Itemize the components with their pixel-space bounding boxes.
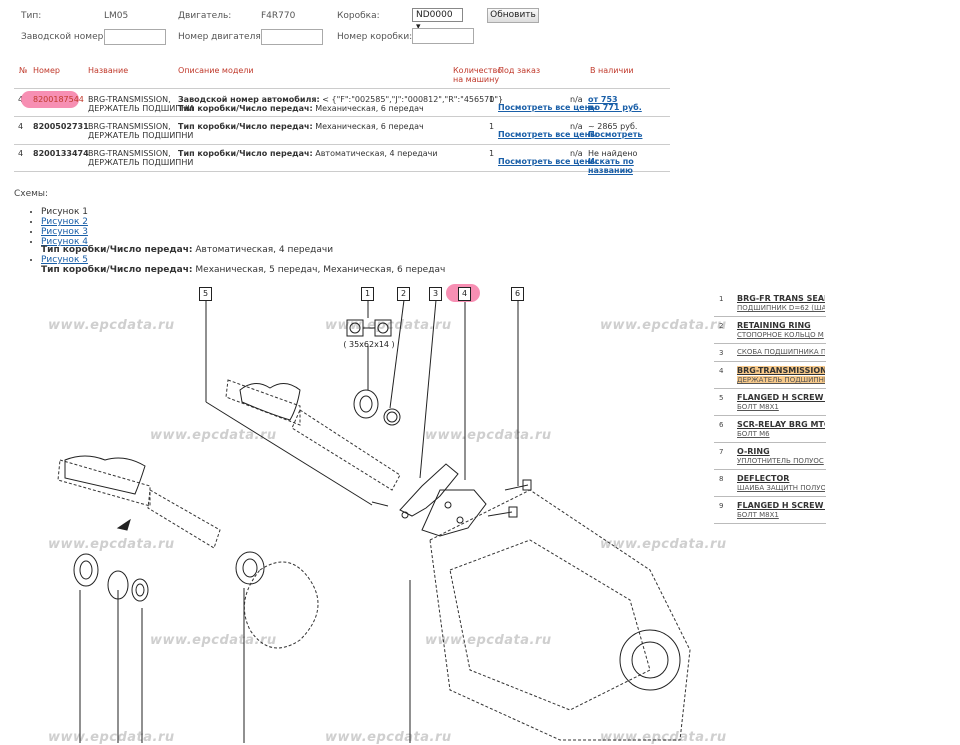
parts-list-item[interactable]: 6 SCR-RELAY BRG MTG БОЛТ M6 (714, 416, 826, 443)
scheme-item-2[interactable]: Рисунок 2 (41, 217, 88, 227)
gearbox-label: Коробка: (337, 11, 380, 21)
factory-number-label: Заводской номер: (21, 32, 107, 42)
svg-text:( 35x62x14 ): ( 35x62x14 ) (343, 340, 394, 349)
callout-2[interactable]: 2 (397, 287, 410, 301)
engine-number-input[interactable] (261, 29, 323, 45)
parts-list-item[interactable]: 8 DEFLECTOR ШАЙБА ЗАЩИТН ПОЛУО (714, 470, 826, 497)
refresh-button[interactable]: Обновить (487, 8, 539, 23)
part-number[interactable]: 8200133474 (33, 149, 89, 158)
schemes-list: Рисунок 1 Рисунок 2 Рисунок 3 Рисунок 4 (0, 207, 88, 247)
stock-link[interactable]: до 771 руб. (588, 103, 642, 112)
scheme-5-condition: Тип коробки/Число передач: Механическая,… (41, 265, 446, 275)
col-header-order: Под заказ (498, 66, 541, 75)
table-row[interactable]: 4 8200133474 BRG-TRANSMISSION, ДЕРЖАТЕЛЬ … (14, 145, 670, 175)
engine-label: Двигатель: (178, 11, 232, 21)
engine-number-label: Номер двигателя: (178, 32, 264, 42)
col-header-number: Номер (33, 66, 60, 75)
diagram-drawing: ( 35x62x14 ) (57, 299, 691, 743)
parts-list-item-selected[interactable]: 4 BRG-TRANSMISSION, ДЕРЖАТЕЛЬ ПОДШИПНИ (714, 362, 826, 389)
parts-list-item[interactable]: 7 O-RING УПЛОТНИТЕЛЬ ПОЛУОС (714, 443, 826, 470)
parts-list-item[interactable]: 2 RETAINING RING СТОПОРНОЕ КОЛЬЦО М (714, 317, 826, 344)
exploded-parts-diagram[interactable]: www.epcdata.ru www.epcdata.ru www.epcdat… (0, 280, 726, 745)
parts-list-item[interactable]: 1 BRG-FR TRANS SEAL ПОДШИПНИК D=62 (ША (714, 290, 826, 317)
gearbox-select[interactable]: ND0000 ▾ (412, 8, 463, 32)
view-all-prices-link[interactable]: Посмотреть все цены (498, 157, 597, 166)
callout-6[interactable]: 6 (511, 287, 524, 301)
view-all-prices-link[interactable]: Посмотреть все цены (498, 103, 597, 112)
parts-list-item[interactable]: 5FLANGED H SCREW M8БОЛТ M8X1 (714, 389, 826, 416)
col-header-name: Название (88, 66, 129, 75)
callout-5[interactable]: 5 (199, 287, 212, 301)
type-label: Тип: (21, 11, 42, 21)
callout-1[interactable]: 1 (361, 287, 374, 301)
view-link[interactable]: Посмотреть (588, 130, 642, 139)
part-number[interactable]: 8200187544 (33, 95, 84, 104)
parts-list-item[interactable]: 3 СКОБА ПОДШИПНИКА П (714, 344, 826, 362)
part-number[interactable]: 8200502731 (33, 122, 89, 131)
col-header-in-stock: В наличии (590, 66, 634, 75)
model-description: Тип коробки/Число передач: Механическая,… (178, 122, 424, 131)
scheme-item-5[interactable]: Рисунок 5 (41, 255, 88, 265)
scheme-item-3[interactable]: Рисунок 3 (41, 227, 88, 237)
model-description: Заводской номер автомобиля: < {"F":"0025… (178, 95, 504, 113)
schemes-title: Схемы: (14, 189, 49, 199)
view-all-prices-link[interactable]: Посмотреть все цены (498, 130, 597, 139)
col-header-model-description: Описание модели (178, 66, 254, 75)
factory-number-input[interactable] (104, 29, 166, 45)
callout-4[interactable]: 4 (458, 287, 471, 301)
col-header-no: № (19, 66, 28, 75)
scheme-4-condition: Тип коробки/Число передач: Автоматическа… (41, 245, 334, 255)
parts-list-item[interactable]: 9FLANGED H SCREW M8БОЛТ M8X1 (714, 497, 826, 524)
type-value: LM05 (104, 11, 129, 21)
model-description: Тип коробки/Число передач: Автоматическа… (178, 149, 438, 158)
col-header-quantity: Количество на машину (453, 66, 503, 84)
scheme-item-1[interactable]: Рисунок 1 (41, 207, 88, 217)
table-row[interactable]: 4 8200502731 BRG-TRANSMISSION, ДЕРЖАТЕЛЬ … (14, 117, 670, 145)
gearbox-number-input[interactable] (412, 28, 474, 44)
gearbox-number-label: Номер коробки: (337, 32, 413, 42)
search-by-name-link[interactable]: Искать по названию (588, 157, 670, 175)
table-row[interactable]: 4 8200187544 BRG-TRANSMISSION,ДЕРЖАТЕЛЬ … (14, 89, 670, 117)
callout-3[interactable]: 3 (429, 287, 442, 301)
engine-value: F4R770 (261, 11, 296, 21)
